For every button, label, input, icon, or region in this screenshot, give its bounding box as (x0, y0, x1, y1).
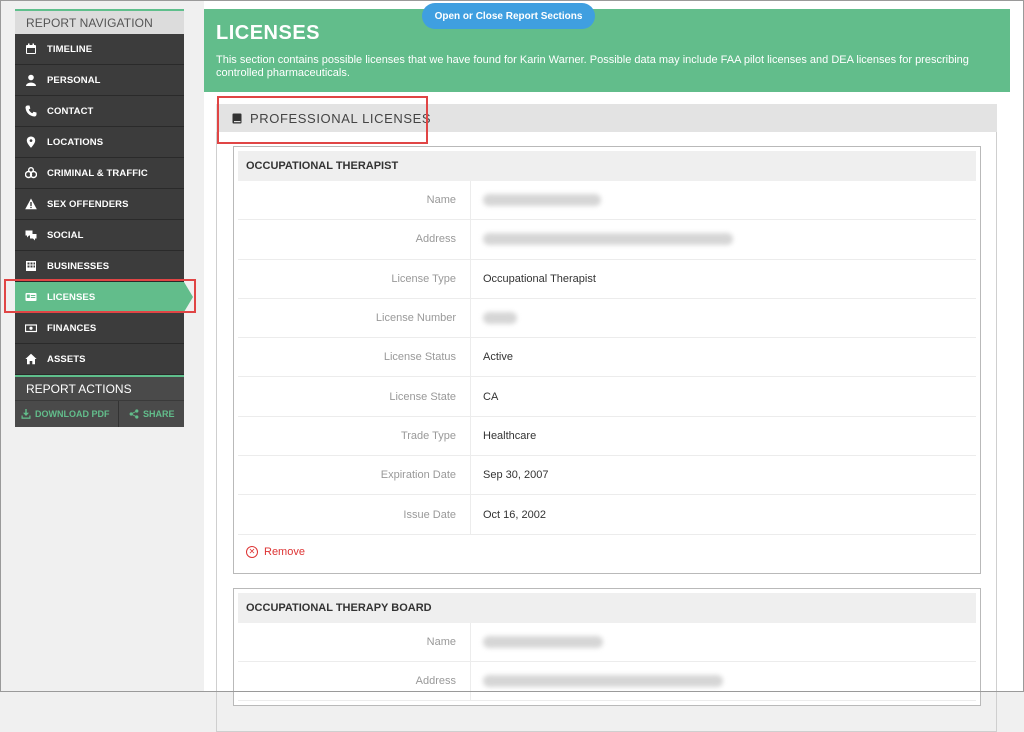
sidebar-item-personal[interactable]: PERSONAL (15, 65, 184, 96)
sidebar-item-licenses[interactable]: LICENSES (15, 282, 193, 313)
report-navigation: REPORT NAVIGATION TIMELINE PERSONAL CONT… (15, 9, 193, 427)
field-row-expiration-date: Expiration Date Sep 30, 2007 (238, 456, 976, 496)
professional-licenses-section: PROFESSIONAL LICENSES OCCUPATIONAL THERA… (216, 96, 997, 732)
field-row-license-type: License Type Occupational Therapist (238, 259, 976, 299)
license-card: OCCUPATIONAL THERAPIST Name Address Lice… (233, 146, 981, 574)
field-value-redacted (471, 233, 733, 246)
sidebar-item-label: FINANCES (47, 322, 97, 334)
field-row-address: Address (238, 220, 976, 260)
report-actions: DOWNLOAD PDF SHARE (15, 400, 184, 427)
sidebar-item-locations[interactable]: LOCATIONS (15, 127, 184, 158)
share-label: SHARE (143, 409, 175, 419)
page-description: This section contains possible licenses … (216, 54, 969, 79)
sidebar-item-label: CRIMINAL & TRAFFIC (47, 167, 148, 179)
download-pdf-button[interactable]: DOWNLOAD PDF (15, 401, 119, 427)
person-icon (25, 74, 37, 86)
field-label: License Number (238, 298, 471, 338)
field-label: Address (238, 661, 471, 701)
field-value: Healthcare (483, 429, 537, 442)
field-label: Name (238, 622, 471, 661)
remove-button[interactable]: ✕ Remove (238, 535, 976, 569)
download-pdf-label: DOWNLOAD PDF (35, 409, 110, 419)
share-button[interactable]: SHARE (119, 401, 175, 427)
field-value: Sep 30, 2007 (483, 469, 549, 482)
field-label: License Type (238, 259, 471, 298)
redacted-value (483, 194, 601, 207)
field-row-license-state: License State CA (238, 377, 976, 417)
field-row-name: Name (238, 181, 976, 221)
card-title: OCCUPATIONAL THERAPY BOARD (238, 592, 976, 623)
field-label: Trade Type (238, 416, 471, 456)
section-body: OCCUPATIONAL THERAPIST Name Address Lice… (216, 132, 997, 732)
money-icon (25, 322, 37, 334)
field-label: Issue Date (238, 495, 471, 534)
field-value-redacted (471, 194, 601, 207)
main-content: Open or Close Report Sections LICENSES T… (204, 0, 1024, 732)
book-icon (232, 113, 242, 123)
field-row-address: Address (238, 661, 976, 702)
field-row-issue-date: Issue Date Oct 16, 2002 (238, 495, 976, 535)
report-actions-header: REPORT ACTIONS (15, 375, 184, 400)
field-value: Occupational Therapist (483, 272, 596, 285)
share-icon (129, 409, 139, 419)
field-value-redacted (471, 635, 603, 648)
field-row-license-number: License Number (238, 298, 976, 339)
phone-icon (25, 105, 37, 117)
license-card: OCCUPATIONAL THERAPY BOARD Name Address (233, 587, 981, 707)
section-header[interactable]: PROFESSIONAL LICENSES (216, 104, 997, 132)
sidebar-item-label: ASSETS (47, 353, 86, 365)
sidebar-item-timeline[interactable]: TIMELINE (15, 34, 184, 65)
redacted-value (483, 635, 603, 648)
remove-icon: ✕ (246, 545, 258, 558)
sidebar-item-label: SEX OFFENDERS (47, 198, 129, 210)
sidebar-item-label: CONTACT (47, 105, 94, 117)
handcuffs-icon (25, 167, 37, 179)
sidebar-item-label: PERSONAL (47, 74, 101, 86)
sidebar-item-businesses[interactable]: BUSINESSES (15, 251, 184, 282)
field-label: Expiration Date (238, 456, 471, 495)
redacted-value (483, 233, 733, 246)
field-value: Active (483, 351, 513, 364)
field-label: License Status (238, 338, 471, 377)
field-row-trade-type: Trade Type Healthcare (238, 416, 976, 457)
field-label: Address (238, 220, 471, 259)
id-card-icon (25, 291, 37, 303)
report-navigation-header: REPORT NAVIGATION (15, 9, 184, 34)
sidebar-item-label: LOCATIONS (47, 136, 104, 148)
card-title: OCCUPATIONAL THERAPIST (238, 151, 976, 181)
sidebar-item-finances[interactable]: FINANCES (15, 313, 184, 344)
licenses-banner: LICENSES This section contains possible … (204, 9, 1010, 92)
field-row-name: Name (238, 622, 976, 662)
chat-icon (25, 229, 37, 241)
warning-icon (25, 198, 37, 210)
sidebar-item-criminal-traffic[interactable]: CRIMINAL & TRAFFIC (15, 158, 184, 189)
field-value-redacted (471, 312, 517, 325)
remove-label: Remove (264, 545, 305, 558)
field-value-redacted (471, 675, 723, 688)
redacted-value (483, 675, 723, 688)
redacted-value (483, 312, 517, 325)
field-value: CA (483, 390, 499, 403)
sidebar-item-assets[interactable]: ASSETS (15, 344, 184, 375)
building-icon (25, 260, 37, 272)
download-icon (21, 409, 31, 419)
sidebar-item-social[interactable]: SOCIAL (15, 220, 184, 251)
location-pin-icon (25, 136, 37, 148)
home-icon (25, 353, 37, 365)
sidebar-item-label: BUSINESSES (47, 260, 110, 272)
sidebar-item-label: SOCIAL (47, 229, 84, 241)
field-label: Name (238, 181, 471, 220)
field-label: License State (238, 377, 471, 416)
toggle-sections-button[interactable]: Open or Close Report Sections (422, 3, 595, 29)
sidebar-item-sex-offenders[interactable]: SEX OFFENDERS (15, 189, 184, 220)
sidebar-item-label: LICENSES (47, 291, 96, 303)
sidebar-item-label: TIMELINE (47, 43, 93, 55)
page-title: LICENSES (216, 22, 321, 44)
field-value: Oct 16, 2002 (483, 508, 546, 521)
calendar-icon (25, 43, 37, 55)
sidebar-item-contact[interactable]: CONTACT (15, 96, 184, 127)
field-row-license-status: License Status Active (238, 338, 976, 378)
section-title: PROFESSIONAL LICENSES (250, 110, 432, 126)
